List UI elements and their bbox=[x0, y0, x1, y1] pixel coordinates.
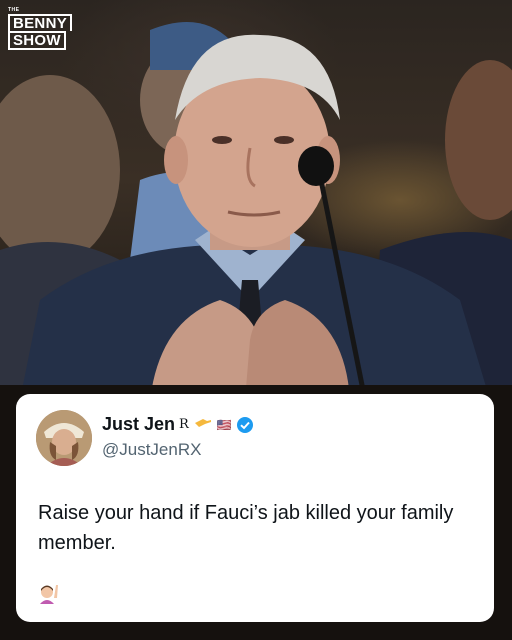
raising-hand-emoji-icon bbox=[38, 582, 60, 604]
news-photo: THE BENNY SHOW bbox=[0, 0, 512, 400]
logo-small-text: THE bbox=[8, 7, 20, 13]
verified-badge-icon bbox=[236, 416, 254, 434]
logo-line1: BENNY bbox=[8, 14, 73, 31]
tweet-text: Raise your hand if Fauci’s jab killed yo… bbox=[38, 502, 454, 554]
avatar[interactable] bbox=[36, 410, 92, 466]
pointing-hand-icon bbox=[193, 415, 213, 434]
name-row: Just Jen R 🇺🇸 bbox=[102, 414, 254, 435]
benny-show-logo: THE BENNY SHOW bbox=[8, 7, 73, 50]
tweet-card: Just Jen R 🇺🇸 @JustJenRX Raise your hand… bbox=[16, 394, 494, 622]
name-badge-letter: R bbox=[179, 417, 189, 432]
us-flag-icon: 🇺🇸 bbox=[216, 417, 232, 432]
logo-line2: SHOW bbox=[8, 31, 66, 50]
user-handle[interactable]: @JustJenRX bbox=[102, 440, 201, 460]
display-name[interactable]: Just Jen bbox=[102, 414, 175, 435]
